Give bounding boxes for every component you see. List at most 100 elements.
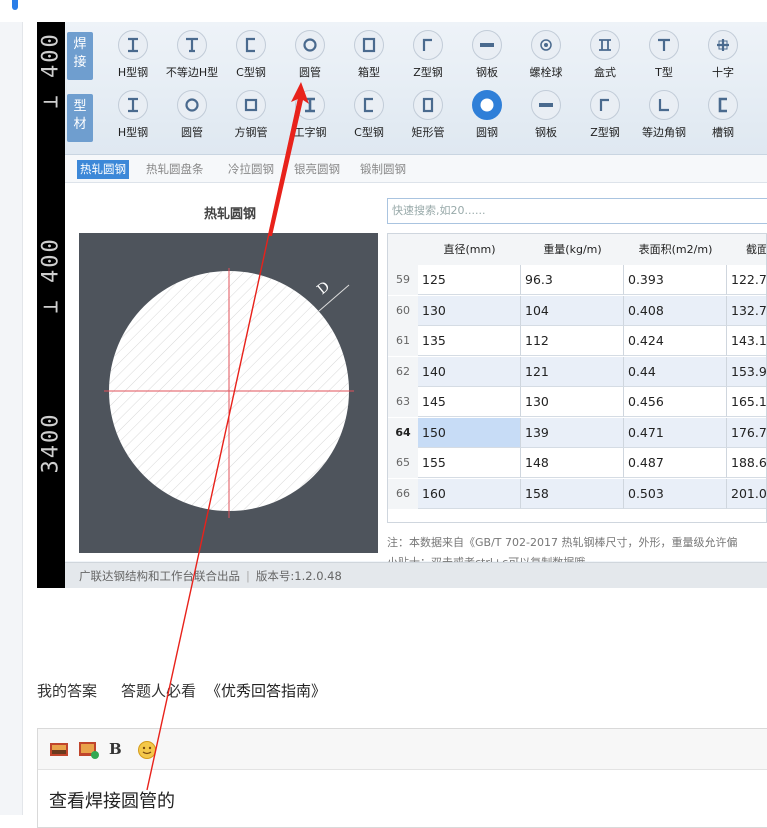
search-input[interactable]: 快速搜索,如20...... (387, 198, 767, 224)
answer-editor[interactable]: B 查看焊接圆管的 (37, 728, 767, 828)
column-header[interactable]: 截面 (727, 234, 766, 266)
table-cell[interactable]: 153.93 (727, 356, 766, 387)
tool-equal-angle[interactable]: 等边角钢 (636, 90, 692, 142)
table-cell[interactable]: 125 (418, 265, 521, 295)
table-cell[interactable]: 0.503 (624, 478, 727, 509)
table-cell[interactable]: 96.3 (521, 265, 624, 295)
tool-box-type[interactable]: 盒式 (577, 30, 633, 82)
tool-z-section[interactable]: Z型钢 (577, 90, 633, 142)
left-margin-divider (22, 22, 23, 815)
tool-cross-section[interactable]: 十字 (695, 30, 751, 82)
table-cell[interactable]: 122.71 (727, 265, 766, 295)
table-cell[interactable]: 0.393 (624, 265, 727, 295)
tool-label: Z型钢 (590, 126, 620, 139)
table-cell[interactable]: 0.487 (624, 448, 727, 478)
table-cell[interactable]: 145 (418, 387, 521, 417)
i-beam-icon (295, 90, 325, 120)
bold-button[interactable]: B (109, 740, 129, 758)
row-index: 63 (388, 387, 419, 417)
tool-rect-tube[interactable]: 矩形管 (400, 90, 456, 142)
tool-z-section[interactable]: Z型钢 (400, 30, 456, 82)
table-cell[interactable]: 0.456 (624, 387, 727, 417)
row-index: 60 (388, 295, 419, 326)
tool-h-beam[interactable]: H型钢 (105, 30, 161, 82)
table-cell[interactable]: 0.471 (624, 417, 727, 448)
subtab-2[interactable]: 冷拉圆钢 (225, 160, 277, 179)
z-section-icon (590, 90, 620, 120)
tool-bolt-ball[interactable]: 螺栓球 (518, 30, 574, 82)
table-cell[interactable]: 155 (418, 448, 521, 478)
table-cell[interactable]: 130 (521, 387, 624, 417)
emoji-icon[interactable] (137, 740, 157, 759)
tool-round-bar[interactable]: 圆钢 (459, 90, 515, 142)
tool-steel-plate[interactable]: 钢板 (459, 30, 515, 82)
tool-unequal-h-beam[interactable]: 不等边H型 (164, 30, 220, 82)
tool-round-pipe[interactable]: 圆管 (164, 90, 220, 142)
group-label-char: 焊 (73, 37, 87, 52)
my-answer-label[interactable]: 我的答案 (37, 682, 97, 700)
c-channel-icon (354, 90, 384, 120)
tool-box-section[interactable]: 箱型 (341, 30, 397, 82)
editor-content[interactable]: 查看焊接圆管的 (49, 787, 175, 813)
section-preview: D (79, 233, 378, 553)
left-margin (0, 22, 22, 815)
insert-image-icon[interactable] (49, 740, 69, 758)
table-cell[interactable]: 135 (418, 326, 521, 356)
table-cell[interactable]: 0.408 (624, 295, 727, 326)
table-cell[interactable]: 0.44 (624, 356, 727, 387)
table-cell[interactable]: 132.73 (727, 295, 766, 326)
tool-c-channel[interactable]: C型钢 (223, 30, 279, 82)
unequal-h-beam-icon (177, 30, 207, 60)
table-cell[interactable]: 130 (418, 295, 521, 326)
row-index: 65 (388, 448, 419, 478)
subtab-3[interactable]: 银亮圆钢 (291, 160, 343, 179)
tool-channel[interactable]: 槽钢 (695, 90, 751, 142)
row-index: 64 (388, 417, 419, 448)
table-cell[interactable]: 121 (521, 356, 624, 387)
table-cell[interactable]: 160 (418, 478, 521, 509)
guide-prefix: 答题人必看 (121, 682, 197, 700)
upload-image-icon[interactable] (78, 740, 99, 759)
section-toolbar: 焊 接 型 材 H型钢 不等边H型 C型钢 圆管 箱型 Z型钢 钢板 螺栓球 盒式 T型 十字 H型… (65, 22, 767, 155)
tool-t-section[interactable]: T型 (636, 30, 692, 82)
tool-i-beam[interactable]: 工字钢 (282, 90, 338, 142)
tool-label: Z型钢 (413, 66, 443, 79)
tool-label: 不等边H型 (165, 66, 219, 79)
column-header[interactable]: 表面积(m2/m) (624, 234, 727, 266)
data-table: 直径(mm) 重量(kg/m) 表面积(m2/m) 截面 59 125 96.3 0.393 1… (387, 233, 767, 523)
table-cell[interactable]: 104 (521, 295, 624, 326)
tool-c-channel[interactable]: C型钢 (341, 90, 397, 142)
answer-header: 我的答案 答题人必看 《优秀回答指南》 (37, 680, 350, 701)
table-cell[interactable]: 188.69 (727, 448, 766, 478)
table-cell[interactable]: 158 (521, 478, 624, 509)
column-header[interactable]: 重量(kg/m) (521, 234, 624, 266)
t-section-icon (649, 30, 679, 60)
group-label-welded[interactable]: 焊 接 (67, 32, 93, 80)
table-cell[interactable]: 112 (521, 326, 624, 356)
tool-square-tube[interactable]: 方钢管 (223, 90, 279, 142)
box-type-icon (590, 30, 620, 60)
editor-toolbar: B (38, 729, 767, 770)
tool-label: C型钢 (236, 66, 266, 79)
row-index: 59 (388, 265, 419, 295)
table-cell[interactable]: 176.71 (727, 417, 766, 448)
column-header[interactable]: 直径(mm) (418, 234, 521, 266)
group-label-profile[interactable]: 型 材 (67, 94, 93, 142)
subtab-4[interactable]: 锻制圆钢 (357, 160, 409, 179)
table-cell[interactable]: 148 (521, 448, 624, 478)
table-cell[interactable]: 201.06 (727, 478, 766, 509)
subtab-1[interactable]: 热轧圆盘条 (143, 160, 207, 179)
guide-link[interactable]: 《优秀回答指南》 (206, 682, 326, 700)
tool-round-pipe[interactable]: 圆管 (282, 30, 338, 82)
table-cell[interactable]: 150 (418, 417, 521, 448)
tool-h-beam[interactable]: H型钢 (105, 90, 161, 142)
subtab-0[interactable]: 热轧圆钢 (77, 160, 129, 179)
bolt-ball-icon (531, 30, 561, 60)
tool-steel-plate[interactable]: 钢板 (518, 90, 574, 142)
box-section-icon (354, 30, 384, 60)
table-cell[interactable]: 165.13 (727, 387, 766, 417)
table-cell[interactable]: 139 (521, 417, 624, 448)
table-cell[interactable]: 140 (418, 356, 521, 387)
table-cell[interactable]: 0.424 (624, 326, 727, 356)
table-cell[interactable]: 143.13 (727, 326, 766, 356)
